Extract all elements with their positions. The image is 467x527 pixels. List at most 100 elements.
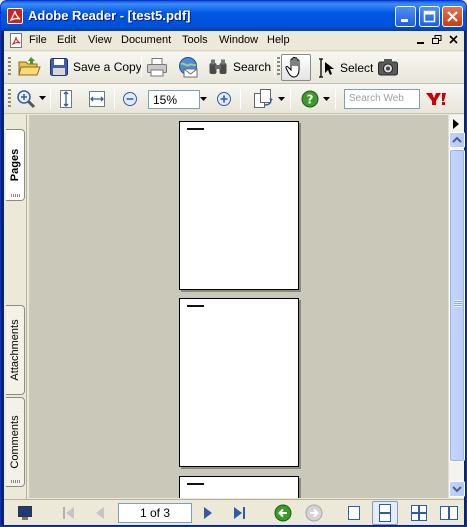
search-button[interactable]: Search [208, 58, 271, 76]
last-page-button[interactable] [230, 504, 248, 522]
previous-page-button[interactable] [91, 504, 109, 522]
go-back-button[interactable] [274, 504, 292, 522]
back-arrow-icon [274, 504, 292, 522]
hand-tool-button[interactable] [281, 54, 311, 81]
open-button[interactable] [17, 56, 41, 78]
pdf-page-3[interactable] [179, 476, 299, 498]
continuous-facing-icon [411, 505, 427, 521]
pdf-page-2[interactable] [179, 298, 299, 467]
save-a-copy-button[interactable]: Save a Copy [49, 57, 142, 77]
toolbar-separator [50, 89, 51, 109]
chevron-down-icon [39, 96, 46, 100]
first-page-button[interactable] [60, 504, 78, 522]
next-page-icon [204, 507, 212, 519]
yahoo-search-button[interactable] [425, 91, 447, 107]
help-button[interactable]: ? [301, 90, 319, 108]
doc-restore-button[interactable] [430, 34, 444, 47]
minus-circle-icon [123, 92, 137, 106]
continuous-page-icon [379, 504, 391, 522]
status-bar: 1 of 3 [4, 499, 464, 525]
tab-grip [11, 194, 20, 197]
toolbar-separator [141, 57, 142, 77]
menu-window[interactable]: Window [219, 34, 258, 46]
continuous-facing-layout-button[interactable] [406, 501, 432, 525]
snapshot-tool-button[interactable] [377, 57, 399, 77]
zoom-tool-dropdown[interactable] [39, 96, 46, 101]
page-layout-button[interactable] [252, 88, 274, 110]
toolbar-separator [114, 89, 115, 109]
scroll-thumb[interactable] [449, 149, 465, 462]
fit-width-icon [89, 91, 105, 107]
save-a-copy-label: Save a Copy [73, 60, 142, 74]
scroll-down-button[interactable] [449, 481, 465, 497]
toolbar-grip[interactable] [8, 89, 11, 109]
chevron-down-icon [200, 97, 207, 101]
help-question-icon: ? [301, 90, 319, 108]
forward-arrow-icon [305, 504, 323, 522]
adobe-reader-app-icon[interactable] [7, 8, 23, 24]
title-bar[interactable]: Adobe Reader - [test5.pdf] [1, 1, 466, 31]
chevron-down-icon [452, 486, 462, 493]
minimize-button[interactable] [395, 6, 416, 27]
go-forward-button[interactable] [305, 504, 323, 522]
scroll-up-button[interactable] [449, 132, 465, 148]
menu-file[interactable]: File [29, 34, 47, 46]
menu-tools[interactable]: Tools [182, 34, 208, 46]
page-number-field[interactable]: 1 of 3 [118, 503, 192, 523]
fit-width-button[interactable] [87, 89, 107, 109]
zoom-out-button[interactable] [122, 91, 138, 107]
search-label: Search [233, 60, 272, 74]
help-dropdown[interactable] [323, 97, 330, 102]
pdf-page-1[interactable] [179, 121, 299, 290]
text-cursor-arrow-icon [319, 58, 334, 78]
menu-document[interactable]: Document [121, 34, 171, 46]
zoom-in-tool-button[interactable] [16, 89, 36, 109]
doc-close-button[interactable] [447, 34, 461, 47]
menu-help[interactable]: Help [267, 34, 290, 46]
magnifier-plus-icon [17, 90, 36, 109]
menu-edit[interactable]: Edit [57, 34, 76, 46]
toolbar-separator [290, 89, 291, 109]
select-tool-button[interactable]: Select [317, 58, 373, 78]
next-page-button[interactable] [199, 504, 217, 522]
tab-attachments[interactable]: Attachments [6, 305, 25, 395]
continuous-layout-button[interactable] [372, 501, 398, 525]
view-toolbar: 15% ? Search Web [4, 84, 464, 114]
tab-pages[interactable]: Pages [6, 129, 25, 201]
document-pane[interactable] [29, 115, 448, 498]
plus-circle-icon [217, 92, 231, 106]
tab-comments-label: Comments [9, 415, 21, 469]
email-button[interactable] [177, 56, 199, 78]
single-page-layout-button[interactable] [341, 501, 367, 525]
doc-minimize-button[interactable] [414, 34, 428, 47]
toolbar-grip[interactable] [277, 57, 280, 77]
application-window: Adobe Reader - [test5.pdf] File Edit Vie… [0, 0, 467, 527]
toolbar-separator [240, 89, 241, 109]
page-text-line [187, 483, 204, 485]
maximize-button[interactable] [419, 6, 440, 27]
fit-page-icon [60, 90, 72, 108]
floppy-disk-icon [50, 58, 68, 76]
fit-page-button[interactable] [58, 89, 74, 109]
last-page-icon [234, 507, 245, 519]
toolbar-grip[interactable] [8, 57, 11, 77]
zoom-level-field[interactable]: 15% [148, 90, 200, 109]
rotate-page-icon [254, 89, 273, 108]
zoom-in-button[interactable] [216, 91, 232, 107]
menu-view[interactable]: View [88, 34, 112, 46]
single-page-icon [348, 506, 360, 520]
facing-layout-button[interactable] [436, 501, 462, 525]
zoom-level-dropdown[interactable] [200, 97, 207, 102]
document-menu-icon[interactable] [9, 33, 24, 48]
how-to-panel-toggle[interactable] [450, 118, 462, 130]
select-label: Select [340, 61, 374, 75]
search-web-input[interactable]: Search Web [344, 89, 420, 109]
tab-comments[interactable]: Comments [6, 397, 25, 487]
vertical-scrollbar[interactable] [448, 115, 465, 498]
print-button[interactable] [146, 57, 168, 77]
client-area: File Edit View Document Tools Window Hel… [4, 31, 465, 525]
chevron-down-icon [278, 97, 285, 101]
page-layout-dropdown[interactable] [278, 97, 285, 102]
close-button[interactable] [442, 6, 463, 27]
document-properties-button[interactable] [16, 504, 34, 522]
